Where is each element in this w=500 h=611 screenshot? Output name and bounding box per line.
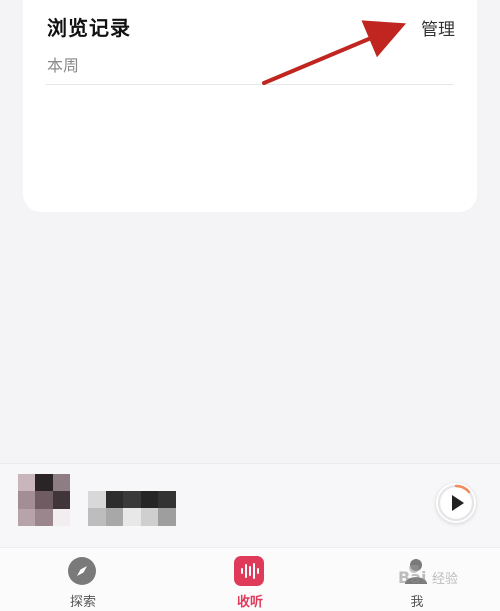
manage-button[interactable]: 管理 <box>421 15 455 40</box>
page-title: 浏览记录 <box>47 16 131 40</box>
mini-player[interactable] <box>0 463 500 548</box>
play-icon <box>437 484 475 522</box>
bottom-tab-bar: 探索 收听 我 <box>0 547 500 611</box>
tab-label-listen: 收听 <box>236 595 263 610</box>
compass-icon <box>68 557 96 585</box>
track-title <box>88 491 176 526</box>
album-cover[interactable] <box>18 474 70 526</box>
section-label-this-week: 本周 <box>47 56 80 75</box>
tab-listen[interactable]: 收听 <box>200 548 300 611</box>
soundwave-icon <box>234 556 264 586</box>
tab-label-explore: 探索 <box>69 595 96 610</box>
history-card: 浏览记录 管理 本周 <box>23 0 477 212</box>
play-pause-button[interactable] <box>436 483 476 523</box>
tab-explore[interactable]: 探索 <box>33 548 133 611</box>
user-icon <box>405 559 427 584</box>
divider <box>46 84 454 85</box>
tab-me[interactable]: 我 <box>367 548 467 611</box>
page: 浏览记录 管理 本周 探索 收听 我 Bai 经验 <box>0 0 500 611</box>
tab-label-me: 我 <box>410 595 424 610</box>
